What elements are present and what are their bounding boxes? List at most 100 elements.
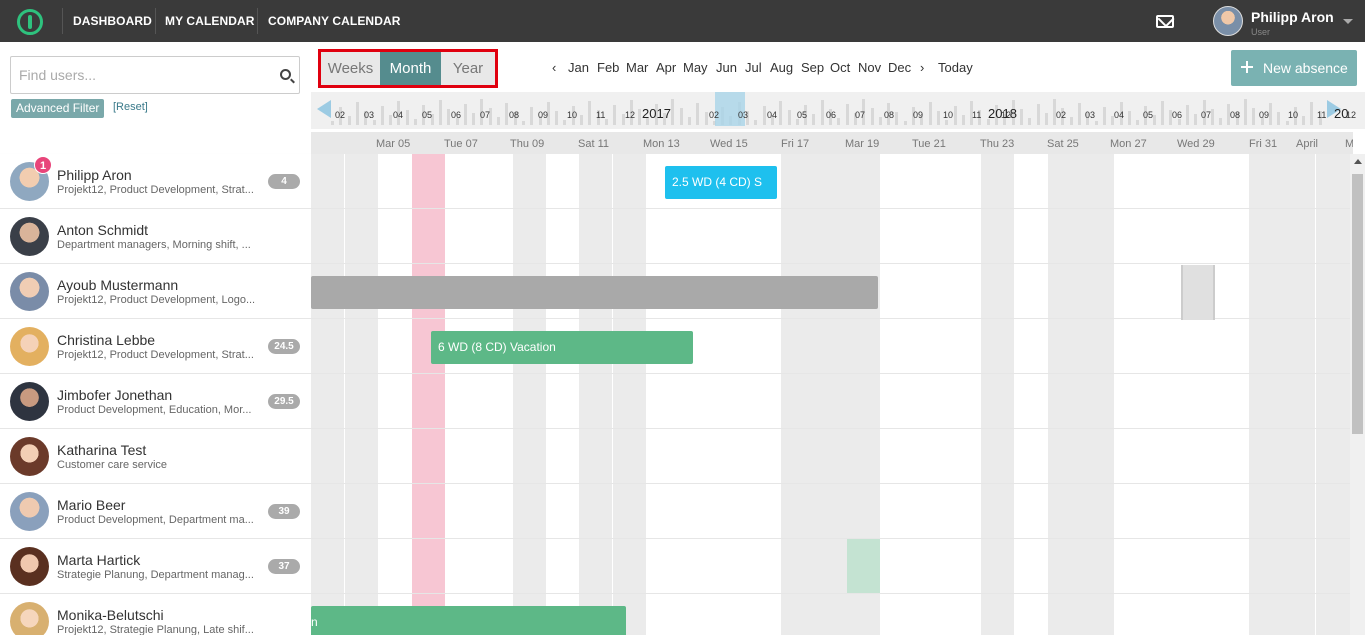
month-oct[interactable]: Oct (830, 60, 850, 75)
user-avatar[interactable] (1213, 6, 1243, 36)
user-row-philipp-aron[interactable]: 1 Philipp Aron Projekt12, Product Develo… (0, 154, 311, 209)
timeline-current-range[interactable] (715, 92, 745, 126)
mail-icon[interactable] (1156, 15, 1174, 28)
scroll-thumb[interactable] (1352, 174, 1363, 434)
timeline-month-label[interactable]: 05 (422, 110, 432, 120)
app-logo-icon[interactable] (17, 9, 43, 35)
search-input[interactable] (11, 57, 266, 93)
day-header-label: Thu 09 (510, 138, 545, 150)
timeline-prev-icon[interactable] (317, 100, 331, 118)
month-aug[interactable]: Aug (770, 60, 793, 75)
timeline-month-label[interactable]: 04 (767, 110, 777, 120)
timeline-month-label[interactable]: 03 (738, 110, 748, 120)
timeline-month-label[interactable]: 08 (1230, 110, 1240, 120)
timeline-month-label[interactable]: 10 (943, 110, 953, 120)
timeline-activity-bar (953, 106, 957, 125)
prev-month-arrow[interactable]: ‹ (552, 60, 556, 75)
plus-icon (1241, 61, 1253, 73)
user-row-monika-belutschi[interactable]: Monika-Belutschi Projekt12, Strategie Pl… (0, 594, 311, 635)
user-name: Katharina Test (57, 442, 147, 458)
timeline-month-label[interactable]: 11 (1317, 110, 1326, 120)
timeline-month-label[interactable]: 09 (538, 110, 548, 120)
timeline-month-label[interactable]: 11 (596, 110, 605, 120)
month-apr[interactable]: Apr (656, 60, 676, 75)
chevron-down-icon[interactable] (1343, 19, 1353, 24)
timeline-month-label[interactable]: 06 (451, 110, 461, 120)
timeline-month-label[interactable]: 07 (855, 110, 865, 120)
timeline-month-label[interactable]: 03 (364, 110, 374, 120)
timeline-month-label[interactable]: 10 (1288, 110, 1298, 120)
timeline-month-label[interactable]: 08 (884, 110, 894, 120)
absence-bar[interactable]: 6 WD (8 CD) Vacation (431, 331, 693, 364)
user-row-anton-schmidt[interactable]: Anton Schmidt Department managers, Morni… (0, 209, 311, 264)
user-groups: Projekt12, Strategie Planung, Late shif.… (57, 624, 254, 635)
nav-company-calendar[interactable]: COMPANY CALENDAR (268, 14, 401, 28)
view-month-button[interactable]: Month (380, 52, 441, 85)
new-absence-button[interactable]: New absence (1231, 50, 1357, 86)
timeline-month-label[interactable]: 12 (625, 110, 635, 120)
month-jul[interactable]: Jul (745, 60, 762, 75)
current-user-name[interactable]: Philipp Aron (1251, 9, 1334, 25)
absence-calendar-grid[interactable]: 2.5 WD (4 CD) S 6 WD (8 CD) Vacation n (311, 154, 1353, 635)
row-divider (311, 428, 1353, 429)
timeline-month-label[interactable]: 09 (913, 110, 923, 120)
day-header-label: Mo (1345, 138, 1353, 150)
user-row-ayoub-mustermann[interactable]: Ayoub Mustermann Projekt12, Product Deve… (0, 264, 311, 319)
month-mar[interactable]: Mar (626, 60, 648, 75)
timeline-month-label[interactable]: 07 (1201, 110, 1211, 120)
timeline-month-label[interactable]: 12 (1001, 110, 1011, 120)
timeline-month-label[interactable]: 07 (480, 110, 490, 120)
timeline-month-label[interactable]: 06 (1172, 110, 1182, 120)
month-sep[interactable]: Sep (801, 60, 824, 75)
timeline-month-label[interactable]: 02 (709, 110, 719, 120)
nav-my-calendar[interactable]: MY CALENDAR (165, 14, 255, 28)
user-row-marta-hartick[interactable]: Marta Hartick Strategie Planung, Departm… (0, 539, 311, 594)
timeline-month-label[interactable]: 11 (972, 110, 981, 120)
month-nov[interactable]: Nov (858, 60, 881, 75)
view-year-button[interactable]: Year (441, 52, 495, 85)
timeline-month-label[interactable]: 03 (1085, 110, 1095, 120)
timeline-month-label[interactable]: 08 (509, 110, 519, 120)
avatar (10, 492, 49, 531)
reset-filter-link[interactable]: [Reset] (113, 101, 148, 113)
advanced-filter-button[interactable]: Advanced Filter (11, 99, 105, 118)
absence-bar[interactable] (311, 276, 878, 309)
view-weeks-button[interactable]: Weeks (321, 52, 380, 85)
month-dec[interactable]: Dec (888, 60, 911, 75)
user-row-jimbofer-jonethan[interactable]: Jimbofer Jonethan Product Development, E… (0, 374, 311, 429)
timeline-month-label[interactable]: 02 (335, 110, 345, 120)
day-header-label: Mon 27 (1110, 138, 1147, 150)
timeline-month-label[interactable]: 12 (1346, 110, 1356, 120)
month-jun[interactable]: Jun (716, 60, 737, 75)
timeline-month-label[interactable]: 10 (567, 110, 577, 120)
timeline-month-label[interactable]: 02 (1056, 110, 1066, 120)
absence-cell[interactable] (847, 539, 880, 593)
timeline-activity-bar (505, 103, 509, 125)
user-row-christina-lebbe[interactable]: Christina Lebbe Projekt12, Product Devel… (0, 319, 311, 374)
timeline-month-label[interactable]: 05 (797, 110, 807, 120)
user-groups: Customer care service (57, 459, 168, 471)
month-may[interactable]: May (683, 60, 708, 75)
weekend-column (1081, 154, 1114, 635)
timeline-activity-bar (878, 117, 882, 125)
user-row-mario-beer[interactable]: Mario Beer Product Development, Departme… (0, 484, 311, 539)
user-row-katharina-test[interactable]: Katharina Test Customer care service (0, 429, 311, 484)
absence-bar[interactable]: n (311, 606, 626, 635)
month-jan[interactable]: Jan (568, 60, 589, 75)
timeline-month-label[interactable]: 05 (1143, 110, 1153, 120)
timeline-month-label[interactable]: 04 (1114, 110, 1124, 120)
today-link[interactable]: Today (938, 60, 973, 75)
nav-dashboard[interactable]: DASHBOARD (73, 14, 152, 28)
timeline-overview[interactable]: 2017 2018 20 02 03 04 05 06 07 08 09 10 11 12 02 03 0… (311, 92, 1365, 129)
absence-cell[interactable] (1181, 265, 1215, 320)
scroll-up-icon[interactable] (1354, 159, 1362, 164)
search-icon[interactable] (280, 69, 291, 80)
timeline-month-label[interactable]: 04 (393, 110, 403, 120)
grid-scrollbar[interactable] (1350, 154, 1365, 635)
absence-bar[interactable]: 2.5 WD (4 CD) S (665, 166, 777, 199)
timeline-month-label[interactable]: 06 (826, 110, 836, 120)
month-feb[interactable]: Feb (597, 60, 619, 75)
next-month-arrow[interactable]: › (920, 60, 924, 75)
timeline-activity-bar (1194, 114, 1198, 125)
timeline-month-label[interactable]: 09 (1259, 110, 1269, 120)
